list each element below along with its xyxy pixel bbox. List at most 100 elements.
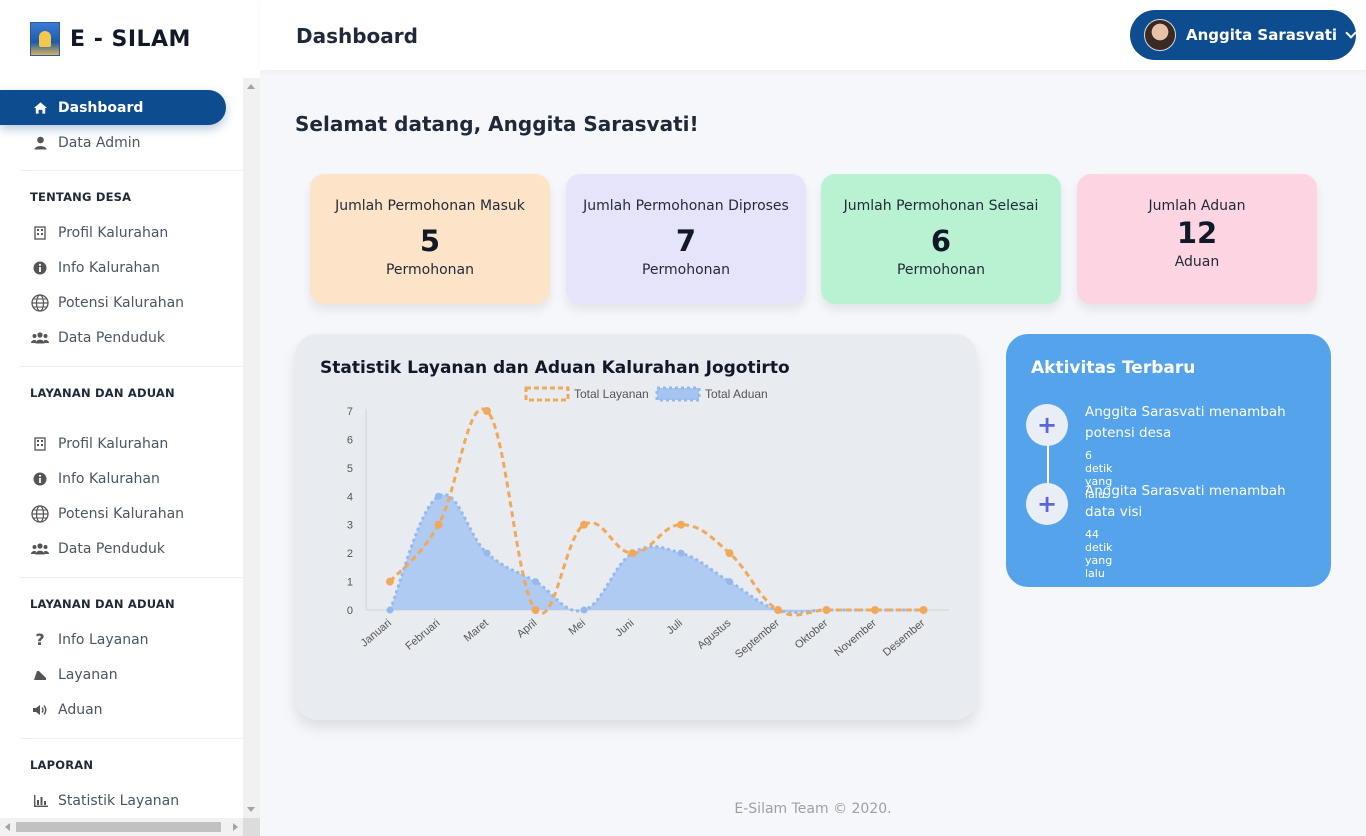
y-tick-label: 3 xyxy=(347,520,353,532)
sidebar-item-label: Data Penduduk xyxy=(58,540,165,557)
scroll-right-icon[interactable] xyxy=(233,823,238,831)
x-tick-label: Februari xyxy=(403,617,442,653)
data-point-total-aduan xyxy=(532,578,539,586)
section-title-layanan-dan-aduan: LAYANAN DAN ADUAN xyxy=(30,597,175,611)
x-tick-label: Mei xyxy=(567,617,588,638)
data-point-total-layanan xyxy=(580,520,588,529)
info-icon xyxy=(30,472,50,486)
x-tick-label: Agustus xyxy=(695,617,734,652)
sidebar-item-statistik-layanan[interactable]: Statistik Layanan xyxy=(0,783,179,818)
sidebar-item-label: Dashboard xyxy=(58,99,144,116)
users-icon xyxy=(30,542,50,555)
sidebar-horizontal-scrollbar[interactable] xyxy=(0,818,243,836)
data-point-total-aduan xyxy=(726,578,733,586)
divider xyxy=(20,738,243,739)
globe-icon xyxy=(30,504,50,523)
activity-text: Anggita Sarasvati menambah data visi xyxy=(1085,483,1286,520)
sidebar-item-data-admin[interactable]: Data Admin xyxy=(0,125,141,160)
sidebar-item-dashboard[interactable]: Dashboard xyxy=(0,90,226,125)
divider xyxy=(20,577,243,578)
section-title-tentang-desa: TENTANG DESA xyxy=(30,190,132,204)
section-title-laporan: LAPORAN xyxy=(30,758,94,772)
sidebar-item-profil-kalurahan[interactable]: Profil Kalurahan xyxy=(0,426,168,461)
x-tick-label: Januari xyxy=(359,617,394,649)
sidebar-item-aduan[interactable]: Aduan xyxy=(0,692,103,727)
brand[interactable]: E - SILAM xyxy=(0,0,260,78)
question-icon: ? xyxy=(35,630,45,649)
activity-title: Aktivitas Terbaru xyxy=(1031,358,1196,378)
sidebar-vertical-scrollbar[interactable] xyxy=(243,78,260,818)
stat-card-permohonan-diproses: Jumlah Permohonan Diproses 7 Permohonan xyxy=(566,174,806,304)
building-icon xyxy=(30,436,50,451)
y-tick-label: 1 xyxy=(347,577,353,589)
legend-swatch-total-layanan xyxy=(524,386,570,402)
stat-card-label: Jumlah Aduan xyxy=(1148,198,1246,214)
legend-swatch-total-aduan xyxy=(655,386,701,402)
sidebar-item-layanan[interactable]: Layanan xyxy=(0,657,118,692)
sidebar-item-info-kalurahan[interactable]: Info Kalurahan xyxy=(0,250,160,285)
x-tick-label: Juli xyxy=(665,617,685,637)
sidebar: E - SILAM Dashboard Data Admin TENTANG D… xyxy=(0,0,260,836)
data-point-total-layanan xyxy=(531,606,540,614)
y-tick-label: 0 xyxy=(347,605,353,617)
sidebar-item-data-penduduk[interactable]: Data Penduduk xyxy=(0,320,165,355)
info-icon xyxy=(30,261,50,275)
data-point-total-layanan xyxy=(725,549,734,558)
x-tick-label: Desember xyxy=(881,617,928,659)
topbar: Dashboard Anggita Sarasvati xyxy=(260,0,1366,70)
sidebar-item-label: Statistik Layanan xyxy=(58,792,180,809)
data-point-total-layanan xyxy=(822,606,831,614)
data-point-total-layanan xyxy=(871,606,879,614)
scroll-left-icon[interactable] xyxy=(5,823,10,831)
scrollbar-thumb[interactable] xyxy=(16,822,221,832)
x-tick-label: September xyxy=(733,617,782,661)
hand-icon xyxy=(30,669,50,681)
sidebar-item-data-penduduk[interactable]: Data Penduduk xyxy=(0,531,165,566)
activity-card: Aktivitas Terbaru + Anggita Sarasvati me… xyxy=(1006,334,1331,587)
sidebar-item-label: Info Kalurahan xyxy=(58,259,160,276)
x-tick-label: Oktober xyxy=(793,617,831,652)
sidebar-item-label: Layanan xyxy=(58,666,118,683)
divider xyxy=(20,170,243,171)
stat-card-unit: Aduan xyxy=(1174,254,1220,270)
data-point-total-layanan xyxy=(677,520,685,529)
sidebar-item-label: Aduan xyxy=(58,701,103,718)
section-title-layanan-dan-aduan: LAYANAN DAN ADUAN xyxy=(30,386,175,400)
chart-card: Statistik Layanan dan Aduan Kalurahan Jo… xyxy=(295,334,977,720)
data-point-total-aduan xyxy=(580,606,588,614)
stat-card-label: Jumlah Permohonan Selesai xyxy=(843,198,1039,214)
sidebar-item-profil-kalurahan[interactable]: Profil Kalurahan xyxy=(0,215,168,250)
data-point-total-aduan xyxy=(483,549,491,557)
line-chart: 0 1 2 3 4 5 6 7 Januari Februari Maret April Mei Juni… xyxy=(347,386,949,661)
y-tick-label: 7 xyxy=(347,406,353,418)
y-tick-label: 2 xyxy=(347,548,353,560)
stat-card-label: Jumlah Permohonan Masuk xyxy=(335,198,525,214)
x-tick-label: Juni xyxy=(613,617,636,639)
stat-card-permohonan-masuk: Jumlah Permohonan Masuk 5 Permohonan xyxy=(310,174,550,304)
stat-card-value: 12 xyxy=(1176,216,1218,250)
divider xyxy=(20,366,243,367)
scroll-up-icon[interactable] xyxy=(247,84,255,89)
data-point-total-layanan xyxy=(483,407,491,415)
stat-card-label: Jumlah Permohonan Diproses xyxy=(583,198,789,214)
sidebar-item-potensi-kalurahan[interactable]: Potensi Kalurahan xyxy=(0,285,184,320)
scroll-down-icon[interactable] xyxy=(247,807,255,812)
x-tick-label: Maret xyxy=(462,617,491,644)
stat-card-unit: Permohonan xyxy=(641,262,731,278)
home-icon xyxy=(30,101,50,115)
sidebar-item-label: Data Penduduk xyxy=(58,329,165,346)
users-icon xyxy=(30,331,50,344)
brand-title: E - SILAM xyxy=(70,26,191,52)
volume-icon xyxy=(30,704,50,716)
bar-chart-icon xyxy=(30,794,50,807)
sidebar-item-info-layanan[interactable]: ? Info Layanan xyxy=(0,622,148,657)
user-menu-button[interactable]: Anggita Sarasvati xyxy=(1130,10,1357,60)
sidebar-item-label: Data Admin xyxy=(58,134,141,151)
footer: E-Silam Team © 2020. xyxy=(734,801,892,817)
stat-card-unit: Permohonan xyxy=(385,262,475,278)
sidebar-item-info-kalurahan[interactable]: Info Kalurahan xyxy=(0,461,160,496)
sidebar-item-potensi-kalurahan[interactable]: Potensi Kalurahan xyxy=(0,496,184,531)
plus-icon: + xyxy=(1026,483,1068,525)
sidebar-item-label: Profil Kalurahan xyxy=(58,435,169,452)
building-icon xyxy=(30,225,50,240)
